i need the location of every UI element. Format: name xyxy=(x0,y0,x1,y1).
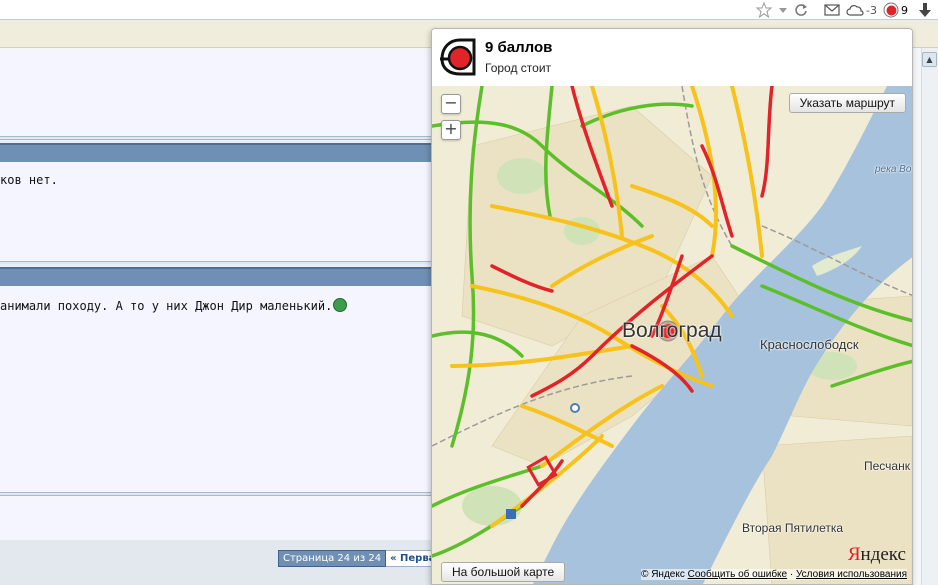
traffic-light-icon xyxy=(440,38,476,76)
vtoraya-label: Вторая Пятилетка xyxy=(742,521,844,535)
krasnoslobodsk-label: Краснослободск xyxy=(760,337,859,352)
pager-info: Страница 24 из 24 xyxy=(278,550,387,567)
forum-post-2 xyxy=(0,287,440,492)
route-button[interactable]: Указать маршрут xyxy=(788,93,906,113)
report-error-link[interactable]: Сообщить об ошибке xyxy=(688,569,787,580)
pagination: Страница 24 из 24 « Перва xyxy=(278,550,441,567)
terms-link[interactable]: Условия использования xyxy=(796,569,907,580)
browser-toolbar-icons: -3 9 xyxy=(756,0,938,20)
map-footer: © Яндекс Сообщить об ошибке · Условия ис… xyxy=(641,569,907,580)
peschanka-label: Песчанк xyxy=(864,459,910,473)
bookmark-star-icon[interactable] xyxy=(756,2,773,18)
history-dropdown-icon[interactable] xyxy=(778,2,788,18)
forum-post-area-1 xyxy=(0,52,440,142)
logo-rest: ндекс xyxy=(860,544,906,565)
post-2-body: анимали походу. А то у них Джон Дир мале… xyxy=(0,299,333,313)
popup-header: 9 баллов Город стоит xyxy=(432,29,912,86)
zoom-out-button[interactable]: − xyxy=(441,94,461,114)
mail-icon[interactable] xyxy=(824,2,840,18)
traffic-extension-button[interactable]: 9 xyxy=(883,2,908,18)
forum-post-1 xyxy=(0,163,440,261)
city-label: Волгоград xyxy=(622,319,722,342)
traffic-popup: 9 баллов Город стоит Волгоград Красносло… xyxy=(431,28,913,585)
yandex-logo: Яндекс xyxy=(848,544,906,566)
reload-icon[interactable] xyxy=(794,2,808,18)
post-header-bar xyxy=(0,140,440,162)
copyright-text: © Яндекс xyxy=(641,569,685,580)
scroll-up-icon[interactable]: ▲ xyxy=(922,52,937,67)
logo-letter: Я xyxy=(847,544,861,565)
weather-cloud-icon[interactable]: -3 xyxy=(846,2,877,18)
traffic-score-title: 9 баллов xyxy=(485,39,553,56)
traffic-map[interactable]: Волгоград Краснослободск река Во Песчанк… xyxy=(432,86,912,584)
traffic-extension-score: 9 xyxy=(901,3,908,17)
traffic-score-subtitle: Город стоит xyxy=(485,61,552,75)
footer-separator: · xyxy=(789,569,794,580)
zoom-in-button[interactable]: + xyxy=(441,120,461,140)
weather-temperature: -3 xyxy=(866,3,877,17)
post-header-bar xyxy=(0,264,440,286)
post-1-text: ков нет. xyxy=(0,173,58,187)
browser-address-bar: -3 9 xyxy=(0,0,938,20)
download-arrow-icon[interactable] xyxy=(918,2,932,18)
post-separator xyxy=(0,492,440,496)
river-label: река Во xyxy=(875,164,912,175)
forum-post-3 xyxy=(0,498,440,540)
post-2-text: анимали походу. А то у них Джон Дир мале… xyxy=(0,298,348,313)
big-map-button[interactable]: На большой карте xyxy=(441,562,566,582)
page-scrollbar[interactable] xyxy=(921,48,938,585)
smiley-icon xyxy=(333,298,348,312)
